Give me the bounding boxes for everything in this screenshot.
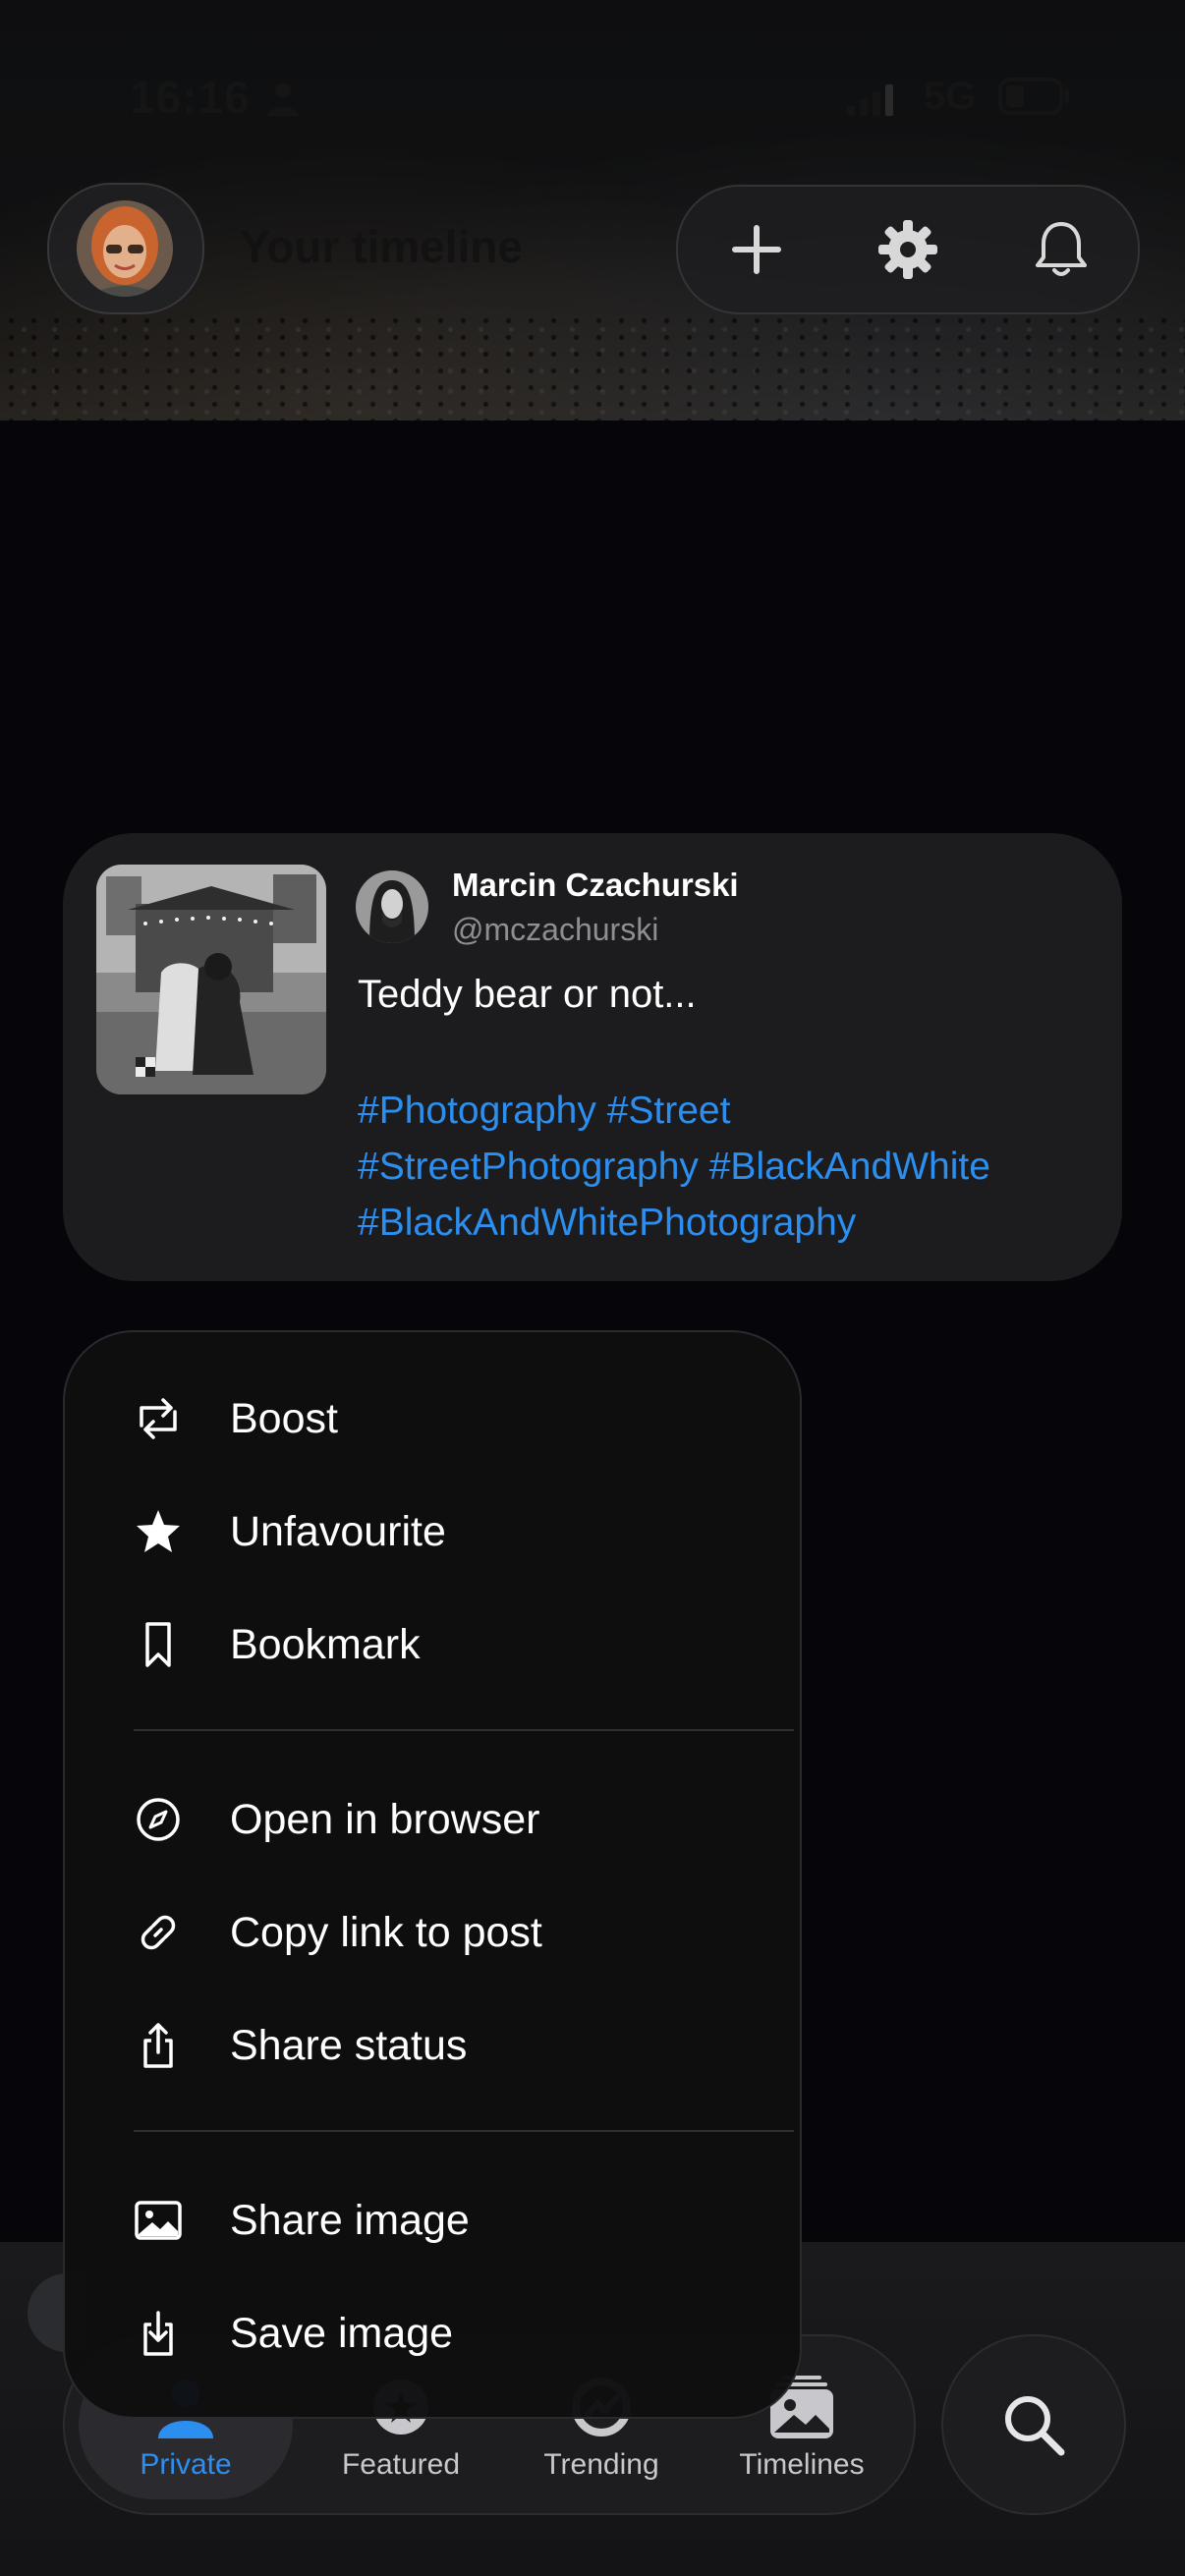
profile-avatar-button[interactable] <box>47 183 204 314</box>
menu-item-label: Open in browser <box>230 1796 540 1843</box>
hashtag-line[interactable]: #BlackAndWhitePhotography <box>358 1195 1104 1251</box>
search-icon <box>1005 2396 1065 2456</box>
hashtag-line[interactable]: #Photography #Street <box>358 1083 1104 1139</box>
gear-icon[interactable] <box>875 216 941 283</box>
context-menu: Boost Unfavourite Bookmark Open in brows… <box>63 1330 802 2419</box>
menu-item-label: Unfavourite <box>230 1508 446 1555</box>
hashtag-line[interactable]: #StreetPhotography #BlackAndWhite <box>358 1139 1104 1195</box>
post-hashtags: #Photography #Street #StreetPhotography … <box>358 1083 1104 1251</box>
download-icon <box>143 2311 173 2356</box>
author-handle: @mczachurski <box>452 912 659 947</box>
compass-icon <box>137 1798 180 1841</box>
menu-item-copy-link[interactable]: Copy link to post <box>65 1881 800 1984</box>
author-avatar[interactable] <box>356 870 428 943</box>
avatar <box>77 200 173 297</box>
post-image-thumbnail[interactable] <box>96 865 326 1094</box>
signal-icon <box>847 84 893 116</box>
menu-divider <box>134 1729 794 1731</box>
page-title: Your timeline <box>240 221 523 272</box>
menu-item-bookmark[interactable]: Bookmark <box>65 1594 800 1696</box>
tab-label: Timelines <box>739 2448 865 2481</box>
menu-item-share-status[interactable]: Share status <box>65 1994 800 2097</box>
menu-item-unfavourite[interactable]: Unfavourite <box>65 1481 800 1583</box>
header-actions <box>676 185 1140 314</box>
menu-item-boost[interactable]: Boost <box>65 1368 800 1470</box>
photo-icon <box>135 2201 182 2240</box>
menu-item-label: Boost <box>230 1395 338 1442</box>
post-text: Teddy bear or not... <box>358 973 697 1016</box>
menu-item-label: Share status <box>230 2022 468 2069</box>
menu-item-label: Share image <box>230 2197 470 2244</box>
bell-icon[interactable] <box>1028 216 1095 283</box>
tab-label: Trending <box>543 2448 659 2481</box>
search-button[interactable] <box>941 2334 1126 2515</box>
post-card[interactable]: Marcin Czachurski @mczachurski Teddy bea… <box>63 833 1122 1281</box>
link-icon <box>141 1915 176 1950</box>
menu-item-share-image[interactable]: Share image <box>65 2169 800 2271</box>
menu-divider <box>134 2130 794 2132</box>
screen: 16:16 5G Your timeline Marcin Czachurski… <box>0 0 1185 2576</box>
menu-item-label: Save image <box>230 2310 454 2357</box>
battery-icon <box>998 78 1069 115</box>
person-icon <box>267 83 299 116</box>
menu-item-label: Bookmark <box>230 1621 421 1668</box>
menu-item-save-image[interactable]: Save image <box>65 2282 800 2384</box>
author-name[interactable]: Marcin Czachurski <box>452 867 739 904</box>
boost-icon <box>140 1398 177 1439</box>
star-filled-icon <box>137 1510 180 1552</box>
share-icon <box>143 2023 173 2068</box>
menu-item-label: Copy link to post <box>230 1909 542 1956</box>
network-label: 5G <box>924 75 977 118</box>
tab-label: Private <box>140 2448 232 2481</box>
plus-icon[interactable] <box>723 216 790 283</box>
menu-item-open-in-browser[interactable]: Open in browser <box>65 1768 800 1871</box>
tab-label: Featured <box>341 2448 461 2481</box>
bookmark-icon <box>145 1622 171 1667</box>
status-time: 16:16 <box>130 72 251 123</box>
